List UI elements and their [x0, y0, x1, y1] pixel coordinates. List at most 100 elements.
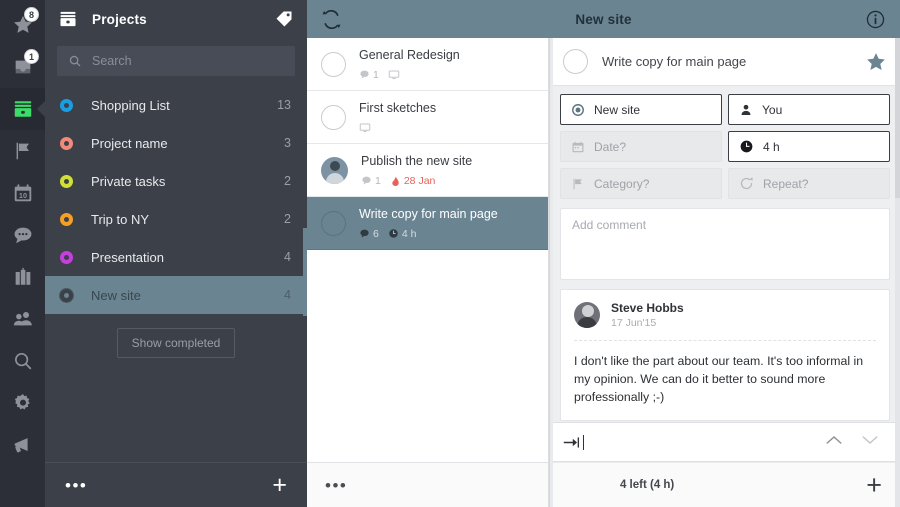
project-color-dot — [60, 98, 73, 112]
screen-flag — [388, 69, 400, 81]
detail-complete-checkbox[interactable] — [563, 49, 588, 74]
comment-item: Steve Hobbs 17 Jun'15 I don't like the p… — [560, 289, 890, 422]
task-row[interactable]: First sketches — [307, 91, 548, 144]
comment-count: 1 — [359, 69, 379, 81]
project-label: Trip to NY — [91, 211, 150, 227]
sidebar-more-button[interactable]: ••• — [65, 477, 87, 494]
rail-item-inbox[interactable]: 1 — [0, 46, 45, 88]
add-comment-placeholder: Add comment — [572, 218, 647, 232]
task-meta: 6 4 h — [359, 228, 538, 240]
detail-header: Write copy for main page — [550, 38, 900, 86]
rail-item-projects[interactable] — [0, 88, 45, 130]
prev-task-button[interactable] — [816, 433, 852, 451]
show-completed-button[interactable]: Show completed — [116, 328, 236, 358]
indent-arrow-icon[interactable] — [562, 433, 581, 452]
sidebar-footer: ••• + — [45, 462, 307, 507]
comment-count-value: 1 — [375, 174, 381, 187]
rail-item-calendar[interactable]: 10 — [0, 172, 45, 214]
detail-scrollbar-thumb[interactable] — [895, 38, 900, 198]
rail-item-starred[interactable]: 8 — [0, 4, 45, 46]
field-project[interactable]: New site — [560, 94, 722, 125]
rail-badge-inbox: 1 — [24, 49, 39, 64]
compose-bar[interactable] — [550, 422, 900, 462]
project-row-new-site[interactable]: New site 4 — [45, 276, 307, 314]
clock-icon — [389, 229, 398, 238]
briefcase-icon — [15, 267, 30, 285]
field-category[interactable]: Category? — [560, 168, 722, 199]
rail-item-flags[interactable] — [0, 130, 45, 172]
comment-bubble-icon — [360, 70, 369, 79]
task-title: First sketches — [359, 100, 437, 115]
task-row[interactable]: General Redesign 1 — [307, 38, 548, 91]
project-count: 2 — [284, 212, 291, 226]
field-repeat-value: Repeat? — [763, 176, 809, 191]
content-row: General Redesign 1 First sketches Publis… — [307, 38, 900, 507]
project-color-dot — [60, 174, 73, 188]
task-title: Write copy for main page — [359, 206, 498, 221]
task-content: General Redesign 1 — [359, 48, 538, 81]
person-icon — [741, 104, 751, 115]
task-row[interactable]: Write copy for main page 6 4 h — [307, 197, 548, 250]
duration-value: 4 h — [401, 227, 417, 240]
show-completed-wrapper: Show completed — [45, 314, 307, 358]
comment-count-value: 6 — [373, 227, 379, 240]
task-meta — [359, 122, 538, 134]
comment-author: Steve Hobbs — [611, 301, 684, 315]
comment-count: 6 — [359, 228, 379, 240]
chevron-up-icon — [826, 436, 842, 444]
rail-item-briefcase[interactable] — [0, 256, 45, 298]
sync-refresh-icon[interactable] — [321, 9, 342, 30]
project-row-shopping-list[interactable]: Shopping List 13 — [45, 86, 307, 124]
task-complete-checkbox[interactable] — [321, 104, 346, 130]
field-grid: New site You Date? 4 h Category? Repeat? — [560, 94, 890, 199]
detail-task-title[interactable]: Write copy for main page — [602, 54, 865, 69]
rail-item-contacts[interactable] — [0, 298, 45, 340]
projects-box-icon — [60, 11, 76, 27]
field-date-value: Date? — [594, 139, 627, 154]
rail-item-settings[interactable] — [0, 382, 45, 424]
project-row-trip-to-ny[interactable]: Trip to NY 2 — [45, 200, 307, 238]
task-complete-checkbox[interactable] — [321, 210, 346, 236]
info-circle-icon[interactable] — [865, 9, 886, 30]
search-placeholder: Search — [92, 54, 132, 68]
task-complete-checkbox[interactable] — [321, 51, 346, 77]
sidebar-add-project-button[interactable]: + — [272, 472, 287, 498]
repeat-icon — [740, 177, 753, 190]
comment-header: Steve Hobbs 17 Jun'15 — [574, 301, 876, 341]
due-date-value: 28 Jan — [403, 174, 436, 187]
detail-scrollbar[interactable] — [895, 38, 900, 507]
fire-icon — [392, 175, 399, 186]
comment-date: 17 Jun'15 — [611, 317, 657, 329]
project-label: Shopping List — [91, 97, 170, 113]
field-assignee-value: You — [762, 102, 783, 117]
star-icon[interactable] — [865, 51, 887, 73]
app-window: 8 1 10 Projects Search Shopping List 13 … — [0, 0, 900, 507]
task-list-more-button[interactable]: ••• — [325, 477, 347, 494]
task-row[interactable]: Publish the new site 1 28 Jan — [307, 144, 548, 197]
avatar — [321, 156, 348, 184]
rail-item-chat[interactable] — [0, 214, 45, 256]
project-row-private-tasks[interactable]: Private tasks 2 — [45, 162, 307, 200]
project-color-dot — [60, 136, 73, 150]
project-dot-icon — [572, 103, 584, 116]
comment-bubble-icon — [360, 229, 369, 238]
task-meta: 1 — [359, 69, 538, 81]
add-task-button[interactable]: + — [866, 471, 882, 499]
add-comment-input[interactable]: Add comment — [560, 208, 890, 280]
search-input[interactable]: Search — [57, 46, 295, 76]
people-icon — [13, 311, 32, 326]
field-repeat[interactable]: Repeat? — [728, 168, 890, 199]
project-row-presentation[interactable]: Presentation 4 — [45, 238, 307, 276]
rail-item-announcements[interactable] — [0, 424, 45, 466]
rail-item-search[interactable] — [0, 340, 45, 382]
next-task-button[interactable] — [852, 433, 888, 451]
task-detail-panel: Write copy for main page New site You Da… — [549, 38, 900, 507]
field-duration[interactable]: 4 h — [728, 131, 890, 162]
main-area: New site General Redesign 1 First sketch… — [307, 0, 900, 507]
field-assignee[interactable]: You — [728, 94, 890, 125]
project-count: 4 — [284, 250, 291, 264]
tag-icon[interactable] — [274, 9, 294, 29]
monitor-icon — [359, 123, 371, 132]
field-date[interactable]: Date? — [560, 131, 722, 162]
project-row-project-name[interactable]: Project name 3 — [45, 124, 307, 162]
